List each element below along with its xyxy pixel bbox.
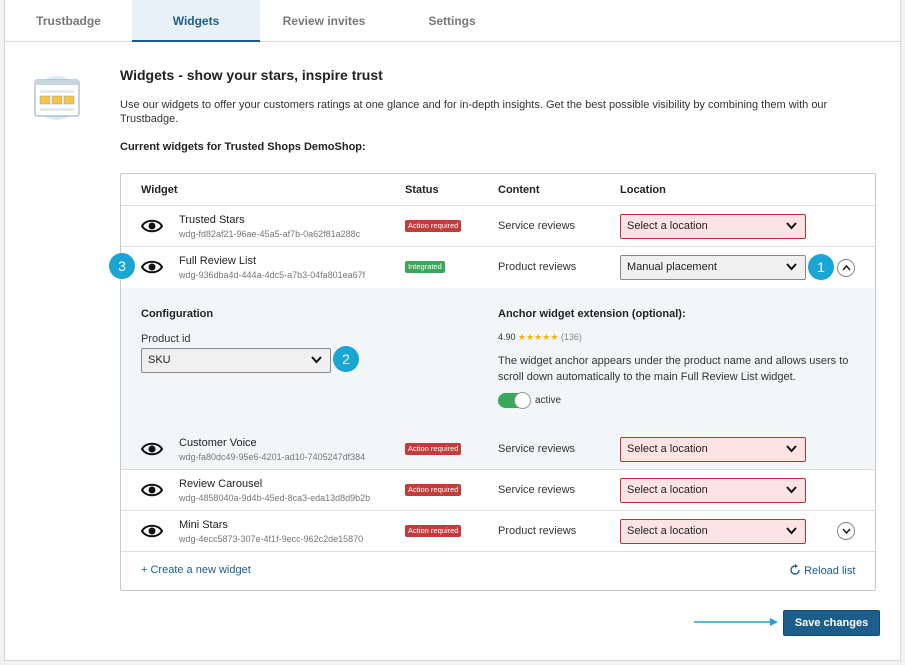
eye-icon[interactable] — [141, 218, 163, 234]
location-select-value: Select a location — [627, 220, 708, 232]
table-row: Customer Voice wdg-fa80dc49-95e6-4201-ad… — [121, 429, 875, 470]
status-badge: Action required — [405, 443, 462, 455]
reload-list-label: Reload list — [804, 565, 856, 577]
widget-name: Review Carousel — [179, 478, 263, 490]
chevron-down-icon — [786, 222, 797, 230]
tab-trustbadge[interactable]: Trustbadge — [5, 0, 132, 41]
location-select-value: Select a location — [627, 525, 708, 537]
location-select-value: Select a location — [627, 443, 708, 455]
table-header: Widget Status Content Location — [121, 174, 875, 206]
status-badge: Action required — [405, 484, 462, 496]
widget-name: Mini Stars — [179, 519, 228, 531]
tab-bar: Trustbadge Widgets Review invites Settin… — [5, 0, 900, 42]
current-widgets-heading: Current widgets for Trusted Shops DemoSh… — [120, 141, 366, 153]
table-row: Mini Stars wdg-4ecc5873-307e-4f1f-9ecc-9… — [121, 511, 875, 552]
tab-widgets[interactable]: Widgets — [132, 0, 260, 42]
rating-count: (136) — [560, 332, 582, 342]
widget-name: Customer Voice — [179, 437, 257, 449]
anchor-toggle[interactable] — [498, 392, 531, 409]
eye-icon[interactable] — [141, 259, 163, 275]
eye-icon[interactable] — [141, 441, 163, 457]
tab-review-invites[interactable]: Review invites — [260, 0, 388, 41]
page-title: Widgets - show your stars, inspire trust — [120, 67, 383, 83]
chevron-down-icon — [786, 445, 797, 453]
save-changes-button[interactable]: Save changes — [783, 610, 880, 636]
toggle-knob — [514, 392, 531, 409]
widget-id: wdg-4858040a-9d4b-45ed-8ca3-eda13d8d9b2b — [179, 493, 371, 503]
location-select[interactable]: Select a location — [620, 437, 806, 462]
widget-content-type: Service reviews — [498, 220, 576, 232]
widget-content-type: Service reviews — [498, 443, 576, 455]
configuration-heading: Configuration — [141, 308, 214, 320]
arrow-right-icon — [694, 618, 778, 626]
intro-text: Use our widgets to offer your customers … — [120, 99, 828, 125]
expand-row-button[interactable] — [837, 522, 855, 540]
status-badge: Integrated — [405, 261, 445, 273]
chevron-down-icon — [311, 356, 322, 364]
table-row: Trusted Stars wdg-fd82af21-96ae-45a5-af7… — [121, 206, 875, 247]
rating-preview: 4.90 ★★★★★ (136) — [498, 332, 582, 343]
widget-content-type: Product reviews — [498, 525, 577, 537]
status-badge: Action required — [405, 525, 462, 537]
reload-icon — [790, 564, 800, 575]
chevron-down-icon — [842, 528, 851, 534]
widget-name: Trusted Stars — [179, 214, 245, 226]
anchor-heading: Anchor widget extension (optional): — [498, 308, 686, 320]
collapse-row-button[interactable] — [837, 259, 855, 277]
app-frame: Trustbadge Widgets Review invites Settin… — [4, 0, 901, 661]
widgets-table: Widget Status Content Location Trusted S… — [120, 173, 876, 591]
product-id-value: SKU — [148, 354, 171, 366]
widgets-illustration-icon — [34, 76, 80, 120]
tab-settings[interactable]: Settings — [388, 0, 516, 41]
column-status: Status — [405, 184, 439, 196]
column-widget: Widget — [141, 184, 178, 196]
widget-id: wdg-fd82af21-96ae-45a5-af7b-0a62f81a288c — [179, 229, 361, 239]
callout-three: 3 — [109, 253, 135, 279]
widget-id: wdg-936dba4d-444a-4dc5-a7b3-04fa801ea67f — [179, 270, 366, 280]
reload-list-link[interactable]: Reload list — [789, 564, 855, 577]
anchor-description: The widget anchor appears under the prod… — [498, 355, 849, 383]
stars-icon: ★★★★★ — [518, 332, 559, 342]
column-content: Content — [498, 184, 540, 196]
eye-icon[interactable] — [141, 482, 163, 498]
location-select[interactable]: Select a location — [620, 519, 806, 544]
location-select[interactable]: Select a location — [620, 214, 806, 239]
callout-one: 1 — [808, 254, 834, 280]
product-id-select[interactable]: SKU — [141, 348, 331, 373]
widget-id: wdg-4ecc5873-307e-4f1f-9ecc-962c2de15870 — [179, 534, 364, 544]
location-select[interactable]: Manual placement — [620, 255, 806, 280]
widget-content-type: Product reviews — [498, 261, 577, 273]
eye-icon[interactable] — [141, 523, 163, 539]
chevron-down-icon — [786, 527, 797, 535]
chevron-down-icon — [786, 263, 797, 271]
chevron-up-icon — [842, 265, 851, 271]
chevron-down-icon — [786, 486, 797, 494]
status-badge: Action required — [405, 220, 462, 232]
column-location: Location — [620, 184, 666, 196]
create-widget-link[interactable]: + Create a new widget — [141, 564, 251, 576]
widget-content-type: Service reviews — [498, 484, 576, 496]
rating-value: 4.90 — [498, 332, 516, 342]
location-select[interactable]: Select a location — [620, 478, 806, 503]
widget-name: Full Review List — [179, 255, 257, 267]
product-id-label: Product id — [141, 333, 191, 345]
table-row: Review Carousel wdg-4858040a-9d4b-45ed-8… — [121, 470, 875, 511]
widget-id: wdg-fa80dc49-95e6-4201-ad10-7405247df384 — [179, 452, 366, 462]
location-select-value: Select a location — [627, 484, 708, 496]
table-row: Full Review List wdg-936dba4d-444a-4dc5-… — [121, 247, 875, 288]
location-select-value: Manual placement — [627, 261, 717, 273]
callout-two: 2 — [333, 346, 359, 372]
toggle-label: active — [535, 395, 562, 406]
